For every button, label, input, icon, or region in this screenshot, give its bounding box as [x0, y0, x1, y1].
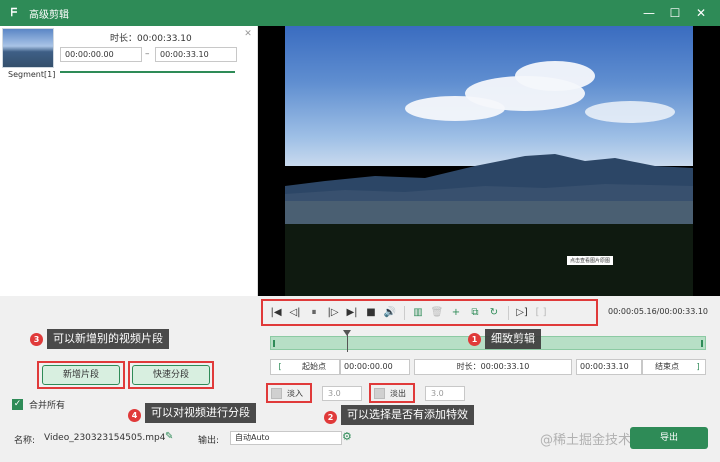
annotation-badge-3: 3	[30, 333, 43, 346]
annotation-badge-1: 1	[468, 333, 481, 346]
segment-range-dash: –	[145, 49, 150, 59]
split-icon[interactable]: ▥	[409, 304, 427, 322]
app-logo-icon: ᖴ	[10, 6, 18, 19]
annotation-badge-4: 4	[128, 409, 141, 422]
merge-all-label: 合并所有	[29, 401, 66, 411]
trim-start-handle[interactable]	[273, 340, 275, 347]
end-bracket-icon: ]	[696, 362, 700, 371]
copy-icon[interactable]: ⧉	[466, 304, 484, 322]
fade-out-toggle[interactable]: 淡出	[374, 385, 406, 401]
volume-icon[interactable]: 🔊	[381, 304, 399, 322]
start-time-input[interactable]: 00:00:00.00	[340, 359, 410, 375]
segment-panel: Segment[1] 时长：00:00:33.10 00:00:00.00 – …	[0, 26, 258, 296]
segment-label: Segment[1]	[8, 70, 56, 79]
annotation-1: 细致剪辑	[485, 329, 541, 349]
output-settings-icon[interactable]: ⚙	[342, 430, 352, 443]
annotation-badge-2: 2	[324, 411, 337, 424]
annotation-2: 可以选择是否有添加特效	[341, 405, 474, 425]
playhead-line	[347, 330, 348, 352]
segment-item[interactable]: Segment[1] 时长：00:00:33.10 00:00:00.00 – …	[0, 26, 258, 81]
duration-display: 时长： 00:00:33.10	[414, 359, 572, 375]
window-title: 高级剪辑	[29, 9, 69, 21]
trim-end-handle[interactable]	[701, 340, 703, 347]
quick-split-button[interactable]: 快速分段	[132, 365, 210, 385]
fade-out-duration[interactable]: 3.0	[425, 386, 465, 401]
segment-duration: 时长：00:00:33.10	[110, 34, 192, 44]
pause-icon[interactable]: ⏸	[305, 304, 323, 322]
start-point-button[interactable]: [ 起始点	[270, 359, 340, 375]
video-frame: 点击查看图片原图	[285, 26, 693, 296]
previous-frame-icon[interactable]: ◁|	[286, 304, 304, 322]
fade-in-toggle[interactable]: 淡入	[271, 385, 303, 401]
stop-icon[interactable]: ■	[362, 304, 380, 322]
segment-end-input[interactable]: 00:00:33.10	[155, 47, 237, 62]
output-select[interactable]: 自动Auto	[230, 431, 342, 445]
video-preview[interactable]: 点击查看图片原图	[258, 26, 720, 296]
fade-out-checkbox[interactable]	[374, 387, 385, 399]
preview-tag: 点击查看图片原图	[567, 256, 614, 265]
close-icon[interactable]: ✕	[688, 6, 714, 20]
annotation-3: 可以新增别的视频片段	[47, 329, 169, 349]
fade-in-duration[interactable]: 3.0	[322, 386, 362, 401]
go-to-end-icon[interactable]: ▶|	[343, 304, 361, 322]
playback-controls: |◀ ◁| ⏸ |▷ ▶| ■ 🔊 ▥ 🗑 + ⧉ ↻ ▷] [ ] 00:00…	[258, 296, 720, 331]
segment-close-icon[interactable]: ✕	[243, 29, 253, 39]
go-to-start-icon[interactable]: |◀	[267, 304, 285, 322]
bottom-bar: 名称: Video_230323154505.mp4 ✎ 输出: 自动Auto …	[0, 427, 720, 462]
output-label: 输出:	[198, 436, 220, 446]
export-button[interactable]: 导出	[630, 427, 708, 449]
next-frame-icon[interactable]: |▷	[324, 304, 342, 322]
segment-progress	[60, 71, 235, 73]
reset-icon[interactable]: ↻	[485, 304, 503, 322]
fade-in-checkbox[interactable]	[271, 387, 282, 399]
new-segment-button[interactable]: 新增片段	[42, 365, 120, 385]
timeline-times: [ 起始点 00:00:00.00 时长： 00:00:33.10 00:00:…	[270, 359, 706, 375]
start-bracket-icon: [	[278, 362, 282, 371]
name-label: 名称:	[14, 436, 36, 446]
file-name: Video_230323154505.mp4	[44, 433, 166, 443]
end-time-input[interactable]: 00:00:33.10	[576, 359, 642, 375]
duration-label: 时长：	[456, 362, 481, 371]
minimize-icon[interactable]: —	[636, 6, 662, 20]
controls-highlight: |◀ ◁| ⏸ |▷ ▶| ■ 🔊 ▥ 🗑 + ⧉ ↻ ▷] [ ]	[261, 299, 598, 326]
delete-icon[interactable]: 🗑	[428, 304, 446, 322]
annotation-4: 可以对视频进行分段	[145, 403, 256, 423]
start-point-label: 起始点	[302, 362, 326, 371]
add-icon[interactable]: +	[447, 304, 465, 322]
edit-name-icon[interactable]: ✎	[165, 431, 173, 442]
merge-all[interactable]: ✓ 合并所有	[12, 398, 65, 411]
time-readout: 00:00:05.16/00:00:33.10	[608, 307, 708, 316]
fade-in-label: 淡入	[287, 388, 303, 398]
end-point-label: 结束点	[655, 362, 679, 371]
fade-out-label: 淡出	[390, 388, 406, 398]
window-controls: — ☐ ✕	[636, 0, 714, 26]
maximize-icon[interactable]: ☐	[662, 6, 688, 20]
segment-thumbnail	[2, 28, 54, 68]
segment-start-input[interactable]: 00:00:00.00	[60, 47, 142, 62]
title-bar: ᖴ 高级剪辑 — ☐ ✕	[0, 0, 720, 26]
play-selection-icon[interactable]: ▷]	[513, 304, 531, 322]
end-point-button[interactable]: 结束点 ]	[642, 359, 706, 375]
duration-value: 00:00:33.10	[480, 362, 530, 371]
merge-all-checkbox[interactable]: ✓	[12, 399, 23, 410]
fullscreen-icon[interactable]: [ ]	[532, 304, 550, 322]
